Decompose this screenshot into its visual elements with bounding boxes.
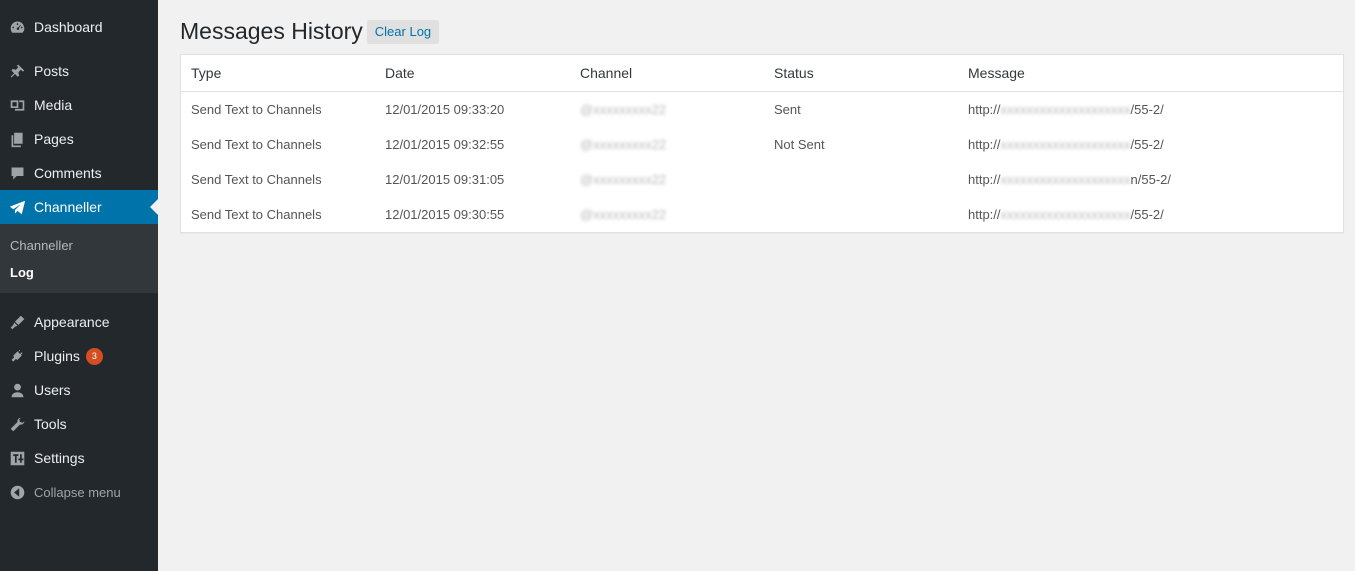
- menu-label: Posts: [34, 63, 70, 79]
- menu-item-pages[interactable]: Pages: [0, 122, 158, 156]
- messages-table: Type Date Channel Status Message Send Te…: [180, 54, 1344, 233]
- menu-label: Media: [34, 97, 73, 113]
- menu-item-plugins[interactable]: Plugins 3: [0, 339, 158, 373]
- message-prefix: http://: [968, 137, 1001, 152]
- menu-label: Settings: [34, 450, 85, 466]
- menu-item-tools[interactable]: Tools: [0, 407, 158, 441]
- page-header: Messages History Clear Log: [180, 18, 440, 45]
- cell-channel: @xxxxxxxxx22: [570, 197, 764, 233]
- table-row: Send Text to Channels 12/01/2015 09:33:2…: [181, 92, 1344, 128]
- cell-type: Send Text to Channels: [191, 102, 322, 117]
- cell-channel: @xxxxxxxxx22: [570, 92, 764, 128]
- cell-status: Sent: [774, 102, 801, 117]
- plugins-update-badge: 3: [85, 347, 103, 365]
- column-header-type[interactable]: Type: [180, 54, 375, 92]
- cell-status: Not Sent: [774, 137, 825, 152]
- channeller-submenu: Channeller Log: [0, 224, 158, 293]
- redacted-domain: xxxxxxxxxxxxxxxxxxxx: [1000, 172, 1131, 187]
- message-suffix: /55-2/: [1130, 137, 1164, 152]
- collapse-arrow-icon: [7, 482, 27, 502]
- message-suffix: /55-2/: [1130, 207, 1164, 222]
- menu-label: Tools: [34, 416, 67, 432]
- clear-log-button[interactable]: Clear Log: [366, 19, 440, 44]
- cell-date: 12/01/2015 09:33:20: [385, 102, 505, 117]
- user-icon: [7, 380, 27, 400]
- table-row: Send Text to Channels 12/01/2015 09:31:0…: [181, 162, 1344, 197]
- column-header-message[interactable]: Message: [958, 54, 1344, 92]
- cell-type: Send Text to Channels: [191, 207, 322, 222]
- pin-icon: [7, 61, 27, 81]
- menu-label: Dashboard: [34, 19, 103, 35]
- menu-item-dashboard[interactable]: Dashboard: [0, 10, 158, 44]
- menu-item-comments[interactable]: Comments: [0, 156, 158, 190]
- settings-icon: [7, 448, 27, 468]
- redacted-channel: @xxxxxxxxx22: [580, 207, 667, 222]
- column-header-channel[interactable]: Channel: [570, 54, 764, 92]
- column-header-date[interactable]: Date: [375, 54, 570, 92]
- menu-label: Channeller: [34, 199, 102, 215]
- submenu-item-log[interactable]: Log: [0, 259, 158, 286]
- menu-item-media[interactable]: Media: [0, 88, 158, 122]
- dashboard-icon: [7, 17, 27, 37]
- cell-type: Send Text to Channels: [191, 137, 322, 152]
- table-row: Send Text to Channels 12/01/2015 09:30:5…: [181, 197, 1344, 233]
- menu-item-channeller[interactable]: Channeller: [0, 190, 158, 224]
- message-prefix: http://: [968, 102, 1001, 117]
- pages-icon: [7, 129, 27, 149]
- wrench-icon: [7, 414, 27, 434]
- collapse-menu-button[interactable]: Collapse menu: [0, 475, 158, 509]
- menu-item-settings[interactable]: Settings: [0, 441, 158, 475]
- media-icon: [7, 95, 27, 115]
- redacted-domain: xxxxxxxxxxxxxxxxxxxx: [1000, 207, 1131, 222]
- admin-sidebar: Dashboard Posts Media Pages Comments Cha…: [0, 0, 158, 571]
- table-header-row: Type Date Channel Status Message: [180, 54, 1344, 92]
- cell-date: 12/01/2015 09:31:05: [385, 172, 505, 187]
- page-title: Messages History: [180, 18, 363, 44]
- cell-status: [764, 162, 958, 197]
- cell-date: 12/01/2015 09:32:55: [385, 137, 505, 152]
- submenu-item-channeller[interactable]: Channeller: [0, 232, 158, 259]
- menu-label: Plugins: [34, 348, 80, 364]
- column-header-status[interactable]: Status: [764, 54, 958, 92]
- redacted-channel: @xxxxxxxxx22: [580, 172, 667, 187]
- menu-label: Comments: [34, 165, 102, 181]
- brush-icon: [7, 312, 27, 332]
- cell-channel: @xxxxxxxxx22: [570, 162, 764, 197]
- menu-item-posts[interactable]: Posts: [0, 54, 158, 88]
- cell-date: 12/01/2015 09:30:55: [385, 207, 505, 222]
- menu-label: Pages: [34, 131, 74, 147]
- paper-plane-icon: [7, 197, 27, 217]
- collapse-label: Collapse menu: [34, 484, 121, 500]
- message-prefix: http://: [968, 172, 1001, 187]
- table-row: Send Text to Channels 12/01/2015 09:32:5…: [181, 127, 1344, 162]
- redacted-channel: @xxxxxxxxx22: [580, 102, 667, 117]
- cell-message: http://xxxxxxxxxxxxxxxxxxxxn/55-2/: [958, 162, 1344, 197]
- menu-item-appearance[interactable]: Appearance: [0, 305, 158, 339]
- message-suffix: n/55-2/: [1130, 172, 1172, 187]
- cell-message: http://xxxxxxxxxxxxxxxxxxxx/55-2/: [958, 197, 1344, 233]
- cell-message: http://xxxxxxxxxxxxxxxxxxxx/55-2/: [958, 127, 1344, 162]
- menu-label: Users: [34, 382, 71, 398]
- cell-type: Send Text to Channels: [191, 172, 322, 187]
- message-prefix: http://: [968, 207, 1001, 222]
- comment-icon: [7, 163, 27, 183]
- cell-channel: @xxxxxxxxx22: [570, 127, 764, 162]
- redacted-domain: xxxxxxxxxxxxxxxxxxxx: [1000, 102, 1131, 117]
- plug-icon: [7, 346, 27, 366]
- redacted-domain: xxxxxxxxxxxxxxxxxxxx: [1000, 137, 1131, 152]
- cell-message: http://xxxxxxxxxxxxxxxxxxxx/55-2/: [958, 92, 1344, 128]
- menu-label: Appearance: [34, 314, 110, 330]
- redacted-channel: @xxxxxxxxx22: [580, 137, 667, 152]
- message-suffix: /55-2/: [1130, 102, 1164, 117]
- menu-item-users[interactable]: Users: [0, 373, 158, 407]
- cell-status: [764, 197, 958, 233]
